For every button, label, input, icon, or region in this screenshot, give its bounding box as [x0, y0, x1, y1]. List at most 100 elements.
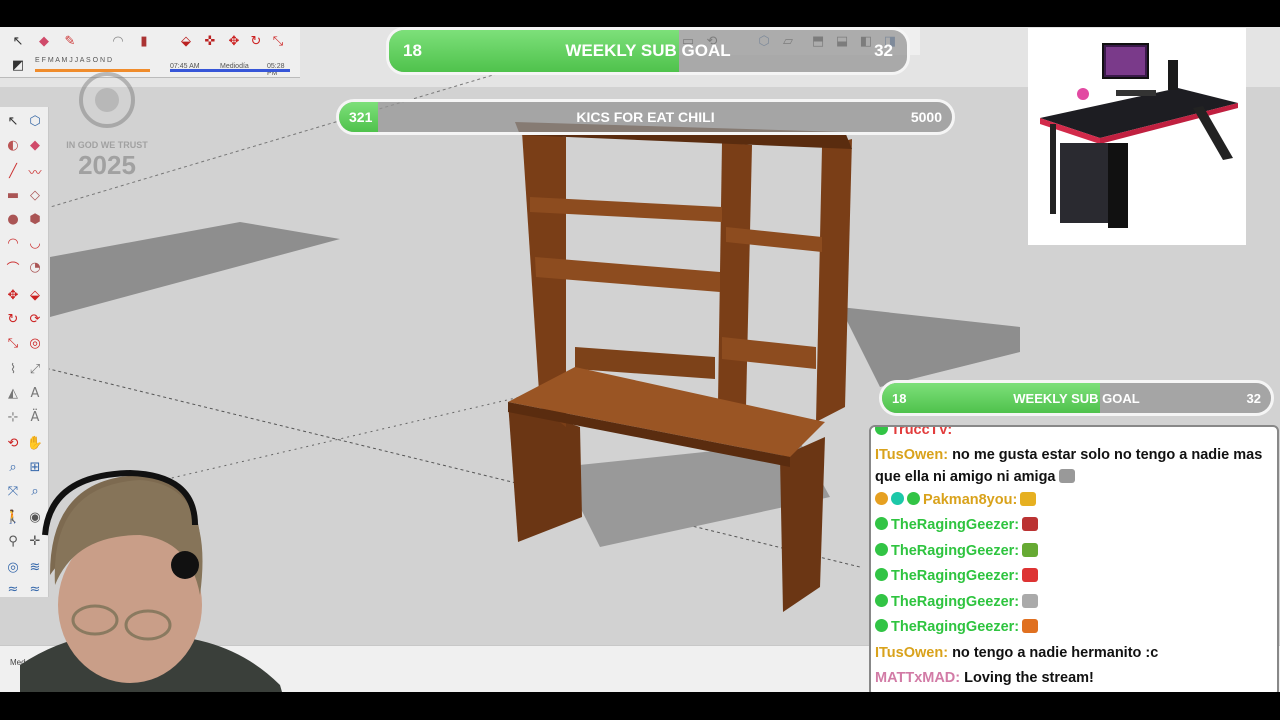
chat-message: TheRagingGeezer: [871, 539, 1277, 565]
webcam-feed [20, 469, 290, 720]
scale-tool-icon[interactable]: ⤡ [5, 335, 21, 351]
chat-username: TruccTV: [891, 425, 953, 438]
emote-icon [1022, 619, 1039, 633]
chat-username: TheRagingGeezer: [891, 542, 1020, 559]
push-pull-tool-icon[interactable]: ⬙ [27, 287, 43, 303]
select-tool-icon[interactable]: ↖ [5, 113, 21, 129]
arc-tool-icon[interactable]: ◠ [5, 235, 21, 251]
verified-badge-icon [875, 568, 888, 581]
line-tool-icon[interactable]: ╱ [5, 163, 21, 179]
pie-tool-icon[interactable]: ◔ [27, 259, 43, 275]
rotated-rect-tool-icon[interactable]: ◇ [27, 187, 43, 203]
gaming-desk-image [1040, 43, 1238, 228]
chat-username: ITusOwen: [875, 644, 949, 661]
follow-me-icon[interactable]: ✜ [202, 33, 218, 49]
pencil-icon[interactable]: ✎ [62, 33, 78, 49]
goal-target-top: 32 [874, 41, 893, 60]
verified-badge-icon [875, 427, 888, 435]
emote-icon [1022, 568, 1039, 582]
axes-tool-icon[interactable]: ⊹ [5, 409, 21, 425]
chat-message: TheRagingGeezer: [871, 590, 1277, 616]
dimension-tool-icon[interactable]: ⤢ [27, 361, 43, 377]
verified-badge-icon [875, 593, 888, 607]
time-slider[interactable] [170, 69, 290, 72]
emote-icon [1022, 542, 1039, 557]
chat-message: MATTxMAD: Loving the stream! [871, 666, 1277, 692]
scale-icon[interactable]: ⤡ [270, 33, 286, 49]
3d-text-tool-icon[interactable]: Ä [27, 409, 43, 425]
kics-target: 5000 [910, 109, 942, 125]
eraser-tool-icon[interactable]: ◆ [27, 137, 43, 153]
move-icon[interactable]: ✥ [226, 33, 242, 49]
protractor-tool-icon[interactable]: ◭ [5, 385, 21, 401]
chat-username: MATTxMAD: [875, 670, 961, 686]
pan-tool-icon[interactable]: ✋ [27, 435, 43, 451]
goal-label-side: WEEKLY SUB GOAL [1013, 390, 1140, 406]
chat-username: ITusOwen: [875, 446, 949, 463]
two-point-arc-tool-icon[interactable]: ◡ [27, 235, 43, 251]
fire-emote-icon [1022, 593, 1039, 608]
select-icon[interactable]: ↖ [10, 33, 26, 49]
goal-label-top: WEEKLY SUB GOAL [565, 41, 731, 60]
rotate-tool-icon[interactable]: ↻ [5, 311, 21, 327]
rotate-icon[interactable]: ↻ [248, 33, 264, 49]
chat-text: Loving the stream! [964, 670, 1094, 686]
emote-icon [1022, 517, 1039, 531]
stamp-tool-icon[interactable]: ≈ [5, 581, 21, 597]
offset-tool-icon[interactable]: ◎ [27, 335, 43, 351]
chat-username: Pakman8you: [923, 491, 1018, 508]
chat-username: TheRagingGeezer: [891, 568, 1020, 584]
top-letterbox [0, 0, 1280, 27]
in-god-we-trust-watermark: IN GOD WE TRUST 2025 [66, 72, 148, 180]
chat-message: ITusOwen: no tengo a nadie hermanito :c [871, 641, 1277, 667]
paint-tool-icon[interactable]: ◐ [5, 137, 21, 153]
walk-tool-icon[interactable]: 🚶 [5, 509, 21, 525]
reference-image-card [1028, 28, 1246, 245]
zoom-extents-tool-icon[interactable]: ⤧ [5, 483, 21, 499]
chat-message: ITusOwen: no me gusta estar solo no teng… [871, 444, 1277, 488]
verified-badge-icon [907, 491, 920, 505]
move-tool-icon[interactable]: ✥ [5, 287, 21, 303]
tape-tool-icon[interactable]: ⌇ [5, 361, 21, 377]
weekly-sub-goal-side: 18 WEEKLY SUB GOAL 32 [879, 380, 1274, 416]
gift-badge-icon [891, 491, 904, 505]
chat-username: TheRagingGeezer: [891, 517, 1020, 533]
chat-username: TheRagingGeezer: [891, 619, 1020, 635]
goal-target-side: 32 [1246, 390, 1261, 406]
rect-tool-icon[interactable]: ▬ [5, 187, 21, 203]
chat-text: no tengo a nadie hermanito :c [952, 644, 1159, 661]
text-tool-icon[interactable]: A [27, 385, 43, 401]
arc-icon[interactable]: ◠ [110, 33, 126, 49]
chat-message: Pakman8you: [871, 488, 1277, 514]
three-point-arc-tool-icon[interactable]: ⌒ [5, 259, 21, 277]
push-pull-icon[interactable]: ⬙ [178, 33, 194, 49]
kics-label: KICS FOR EAT CHILI [576, 109, 715, 125]
verified-badge-icon [875, 619, 888, 632]
bottom-letterbox [0, 692, 1280, 720]
watermark-year: 2025 [78, 150, 136, 180]
kics-goal-bar: 321 KICS FOR EAT CHILI 5000 [336, 99, 955, 135]
chat-message: TheRagingGeezer: [871, 513, 1277, 539]
sub-badge-icon [875, 491, 888, 505]
month-letters: E F M A M J J A S O N D [35, 57, 113, 64]
chat-username: TheRagingGeezer: [891, 593, 1020, 610]
position-camera-tool-icon[interactable]: ⚲ [5, 533, 21, 549]
crown-emote-icon [1020, 491, 1037, 506]
zoom-tool-icon[interactable]: ⌕ [5, 459, 21, 475]
polygon-tool-icon[interactable]: ⬢ [27, 211, 43, 227]
weekly-sub-goal-top: 18 WEEKLY SUB GOAL 32 [386, 27, 910, 75]
follow-me-tool-icon[interactable]: ⟳ [27, 311, 43, 327]
shadow-left [50, 222, 340, 317]
orbit-tool-icon[interactable]: ⟲ [5, 435, 21, 451]
sandbox-tool-icon[interactable]: ◎ [5, 559, 21, 575]
component-tool-icon[interactable]: ⬡ [27, 113, 43, 129]
chat-message: TheRagingGeezer: [871, 615, 1277, 641]
stream-chat: TruccTV: ITusOwen: no me gusta estar sol… [869, 425, 1279, 697]
rectangle-icon[interactable]: ▮ [136, 33, 152, 49]
chat-message: TruccTV: [871, 425, 1277, 444]
freehand-tool-icon[interactable]: 〰 [27, 163, 43, 181]
shadow-right [840, 307, 1020, 387]
paint-icon[interactable]: ◩ [10, 57, 26, 73]
eraser-icon[interactable]: ◆ [36, 33, 52, 49]
circle-tool-icon[interactable]: ● [5, 211, 21, 227]
